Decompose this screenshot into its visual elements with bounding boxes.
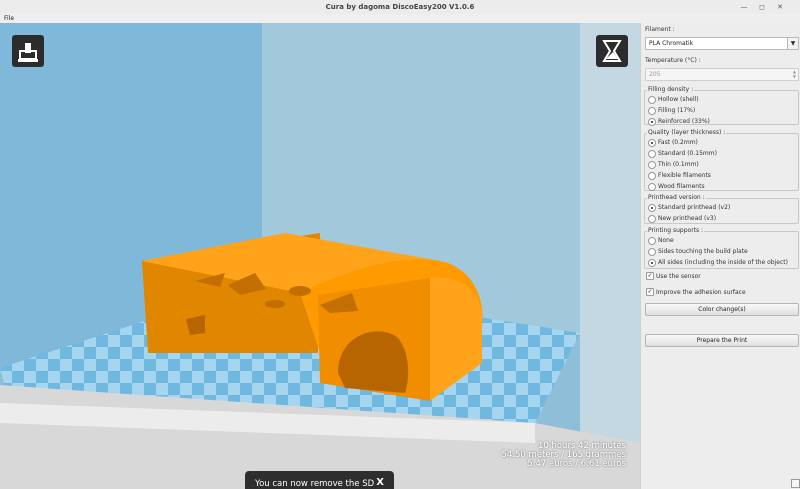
view-mode-icon [602,40,622,62]
menu-bar: File [0,14,800,23]
printhead-title: Printhead version : [647,194,706,201]
option-label: Sides touching the build plate [658,248,748,255]
load-model-button[interactable] [12,35,44,67]
radio-selected-icon[interactable] [648,204,656,212]
close-icon[interactable]: ✕ [776,3,784,11]
filament-value: PLA Chromatik [649,40,694,47]
print-cost: 5.47 euros / 6.61 euros [527,459,626,469]
supports-group: Printing supports : None Sides touching … [644,227,799,269]
filament-select[interactable]: PLA Chromatik ▼ [645,37,799,50]
quality-group: Quality (layer thickness) : Fast (0.2mm)… [644,129,799,191]
option-label: Standard (0.15mm) [658,150,717,157]
radio-icon[interactable] [648,248,656,256]
radio-icon[interactable] [648,107,656,115]
option-label: Hollow (shell) [658,96,699,103]
radio-icon[interactable] [648,237,656,245]
filament-label: Filament : [645,26,675,33]
radio-icon[interactable] [648,150,656,158]
side-wall-right [580,23,640,489]
radio-selected-icon[interactable] [648,139,656,147]
title-bar: Cura by dagoma DiscoEasy200 V1.0.6 — ◻ ✕ [0,0,800,15]
resize-grip-icon[interactable] [791,479,800,488]
temperature-value: 205 [649,71,661,78]
filling-density-group: Filling density : Hollow (shell) Filling… [644,86,799,126]
scene-render[interactable] [0,23,640,489]
spin-arrows-icon[interactable]: ▲ ▼ [793,69,796,79]
settings-panel: Filament : PLA Chromatik ▼ Temperature (… [640,23,800,489]
option-label: Standard printhead (v2) [658,204,731,211]
view-mode-button[interactable] [596,35,628,67]
radio-icon[interactable] [648,172,656,180]
option-label: Filling (17%) [658,107,696,114]
color-change-button[interactable]: Color change(s) [645,303,799,316]
window-title: Cura by dagoma DiscoEasy200 V1.0.6 [325,3,475,11]
adhesion-label: Improve the adhesion surface [656,289,746,296]
prepare-print-button[interactable]: Prepare the Print [645,334,799,347]
option-label: Fast (0.2mm) [658,139,698,146]
temperature-input[interactable]: 205 ▲ ▼ [645,68,799,81]
supports-title: Printing supports : [647,227,705,234]
filling-density-title: Filling density : [647,86,695,93]
option-label: Reinforced (33%) [658,118,710,125]
radio-icon[interactable] [648,96,656,104]
option-label: All sides (including the inside of the o… [658,259,788,266]
temperature-label: Temperature (°C) : [645,57,701,64]
checkmark-icon[interactable]: ✓ [646,288,654,296]
radio-selected-icon[interactable] [648,118,656,126]
load-model-icon [18,43,38,62]
use-sensor-label: Use the sensor [656,273,701,280]
3d-viewport[interactable]: 10 hours 42 minutes 54.50 meters / 165 g… [0,23,640,489]
option-label: Flexible filaments [658,172,711,179]
minimize-icon[interactable]: — [740,3,748,11]
quality-title: Quality (layer thickness) : [647,129,727,136]
radio-selected-icon[interactable] [648,259,656,267]
option-label: New printhead (v3) [658,215,717,222]
sd-card-notification: You can now remove the SD card. X [245,471,394,489]
option-label: None [658,237,674,244]
printhead-group: Printhead version : Standard printhead (… [644,194,799,224]
radio-icon[interactable] [648,183,656,191]
notification-text: You can now remove the SD card. [255,479,375,489]
checkmark-icon[interactable]: ✓ [646,272,654,280]
radio-icon[interactable] [648,161,656,169]
menu-file[interactable]: File [4,15,14,22]
radio-icon[interactable] [648,215,656,223]
option-label: Thin (0.1mm) [658,161,699,168]
option-label: Wood filaments [658,183,705,190]
close-notification-icon[interactable]: X [376,477,384,488]
chevron-down-icon[interactable]: ▼ [787,38,798,49]
print-stats: 10 hours 42 minutes 54.50 meters / 165 g… [501,442,626,469]
maximize-icon[interactable]: ◻ [758,3,766,11]
